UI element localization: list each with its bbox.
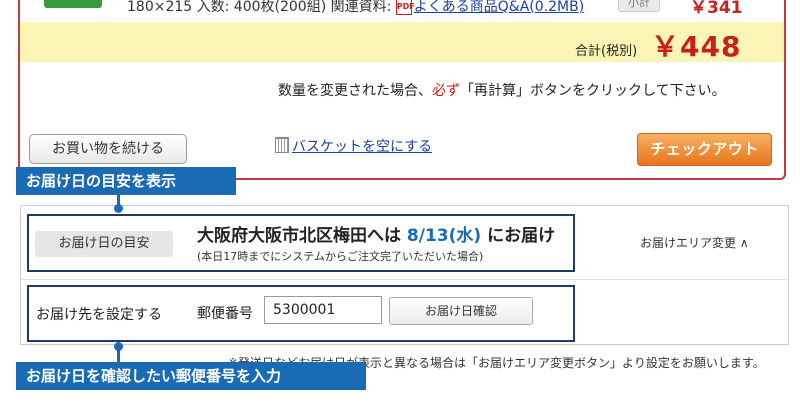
destination-to: へは [367, 226, 401, 246]
delivery-destination: 大阪府大阪市北区梅田へは 8/13(水) にお届け [197, 221, 555, 246]
empty-basket-link[interactable]: バスケットを空にする [275, 136, 432, 156]
pdf-icon: PDF [395, 0, 415, 15]
delivery-condition-note: (本日17時までにシステムからご注文完了いただいた場合) [197, 250, 484, 263]
empty-basket-label: バスケットを空にする [292, 139, 433, 155]
product-meta: 180×215 入数: 400枚(200組) 関連資料: PDFよくある商品Q&… [127, 0, 584, 16]
product-badge-icon [44, 0, 102, 8]
total-label: 合計(税別) [575, 44, 638, 59]
total-price: ￥448 [651, 30, 742, 63]
subtotal-price: ￥341 [690, 0, 743, 18]
trash-icon [275, 137, 289, 153]
callout-dot [114, 204, 123, 213]
set-destination-label: お届け先を設定する [36, 307, 162, 323]
notice-must: 必ず [432, 83, 460, 99]
area-change-toggle[interactable]: お届けエリア変更 ∧ [640, 234, 749, 251]
delivery-date: 8/13(水) [406, 226, 482, 246]
faq-link[interactable]: よくある商品Q&A(0.2MB) [414, 0, 584, 15]
delivery-divider [20, 279, 789, 280]
zip-input[interactable] [264, 296, 382, 324]
estimate-callout-tag: お届け日の目安を表示 [16, 167, 236, 195]
subtotal-label: 小計 [618, 0, 660, 12]
checkout-button[interactable]: チェックアウト [637, 133, 772, 166]
delivery-suffix: にお届け [487, 226, 556, 246]
callout-connector [117, 346, 120, 362]
zip-callout-tag: お届け日を確認したい郵便番号を入力 [16, 362, 366, 390]
product-spec-text: 180×215 入数: 400枚(200組) 関連資料: [127, 0, 392, 15]
continue-shopping-button[interactable]: お買い物を続ける [29, 134, 187, 164]
confirm-delivery-date-button[interactable]: お届け日確認 [389, 297, 533, 325]
notice-before: 数量を変更された場合、 [278, 83, 432, 99]
notice-after: 「再計算」ボタンをクリックして下さい。 [460, 83, 726, 99]
recalc-notice: 数量を変更された場合、必ず「再計算」ボタンをクリックして下さい。 [278, 80, 726, 100]
destination-name: 大阪府大阪市北区梅田 [197, 226, 367, 246]
estimate-label: お届け日の目安 [35, 231, 173, 257]
zip-label: 郵便番号 [197, 306, 253, 322]
